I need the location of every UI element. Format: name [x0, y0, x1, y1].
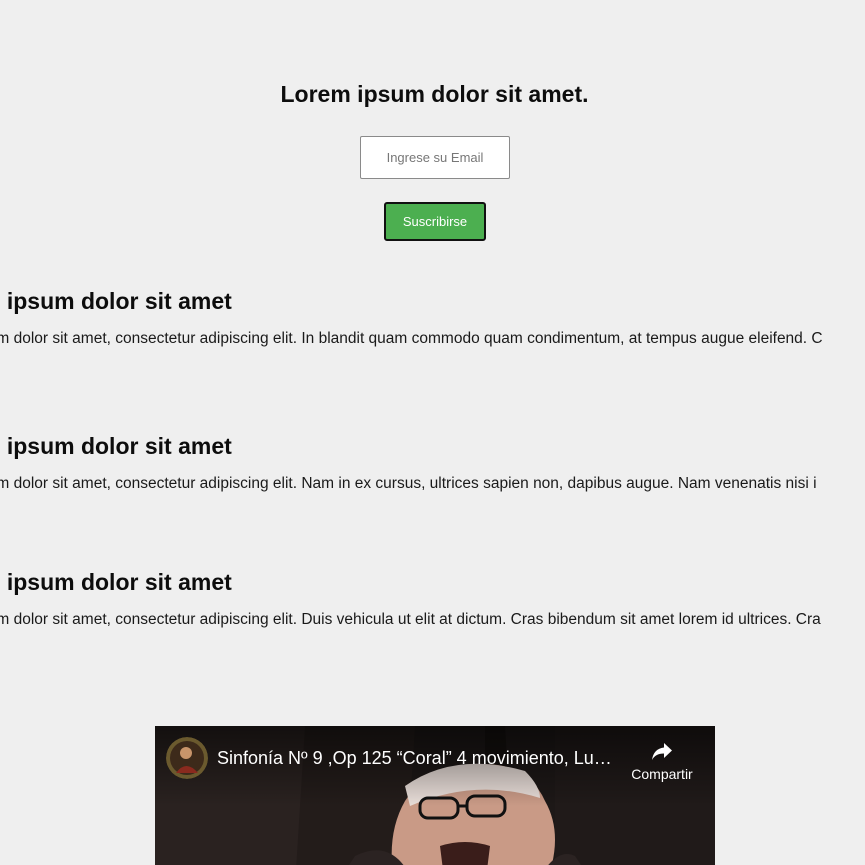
content-section-2: m ipsum dolor sit amet sum dolor sit ame…	[0, 432, 817, 494]
section-heading: m ipsum dolor sit amet	[0, 288, 232, 314]
share-arrow-icon	[652, 743, 672, 760]
email-input[interactable]	[360, 136, 510, 179]
share-button[interactable]: Compartir	[625, 739, 699, 782]
subscribe-button[interactable]: Suscribirse	[384, 202, 486, 241]
section-heading: m ipsum dolor sit amet	[0, 569, 232, 595]
section-heading: m ipsum dolor sit amet	[0, 433, 232, 459]
content-section-1: m ipsum dolor sit amet sum dolor sit ame…	[0, 287, 823, 349]
share-label: Compartir	[631, 766, 693, 782]
content-section-3: m ipsum dolor sit amet sum dolor sit ame…	[0, 568, 821, 630]
video-title[interactable]: Sinfonía Nº 9 ,Op 125 “Coral” 4 movimien…	[217, 747, 617, 769]
channel-avatar-icon[interactable]	[166, 737, 208, 779]
section-paragraph: sum dolor sit amet, consectetur adipisci…	[0, 330, 823, 347]
page: Lorem ipsum dolor sit amet. Suscribirse …	[0, 0, 865, 865]
video-player[interactable]: Sinfonía Nº 9 ,Op 125 “Coral” 4 movimien…	[155, 726, 715, 865]
section-paragraph: sum dolor sit amet, consectetur adipisci…	[0, 475, 817, 492]
subscribe-heading: Lorem ipsum dolor sit amet.	[280, 81, 589, 107]
section-paragraph: sum dolor sit amet, consectetur adipisci…	[0, 611, 821, 628]
